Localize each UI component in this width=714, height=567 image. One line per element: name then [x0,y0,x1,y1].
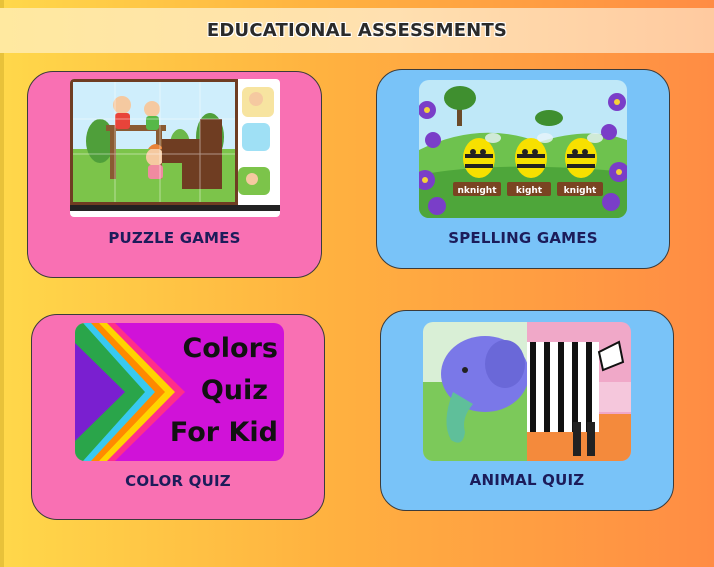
color-quiz-label: COLOR QUIZ [125,472,231,490]
quiz-word: Quiz [200,375,268,406]
for-kid-word: For Kid [169,417,278,448]
word-option-1: nknight [457,186,497,196]
left-border [0,0,4,567]
puzzle-games-card[interactable]: PUZZLE GAMES [27,71,322,278]
puzzle-games-label: PUZZLE GAMES [108,229,241,247]
bees-spelling-image: nknight kight knight [419,80,627,218]
animal-quiz-card[interactable]: ANIMAL QUIZ [380,310,674,511]
colors-word: Colors [182,333,278,364]
elephant-zebra-image [423,322,631,461]
header-bar: EDUCATIONAL ASSESSMENTS [0,8,714,53]
word-option-2: kight [516,186,543,196]
color-quiz-card[interactable]: Colors Quiz For Kid COLOR QUIZ [31,314,325,520]
spelling-games-label: SPELLING GAMES [448,229,598,247]
colors-quiz-image: Colors Quiz For Kid [75,323,284,461]
page-title: EDUCATIONAL ASSESSMENTS [206,20,508,41]
puzzle-image [70,79,280,217]
animal-quiz-label: ANIMAL QUIZ [469,471,585,489]
spelling-games-card[interactable]: nknight kight knight SPELLING GAMES [376,69,670,269]
word-option-3: knight [564,186,597,196]
